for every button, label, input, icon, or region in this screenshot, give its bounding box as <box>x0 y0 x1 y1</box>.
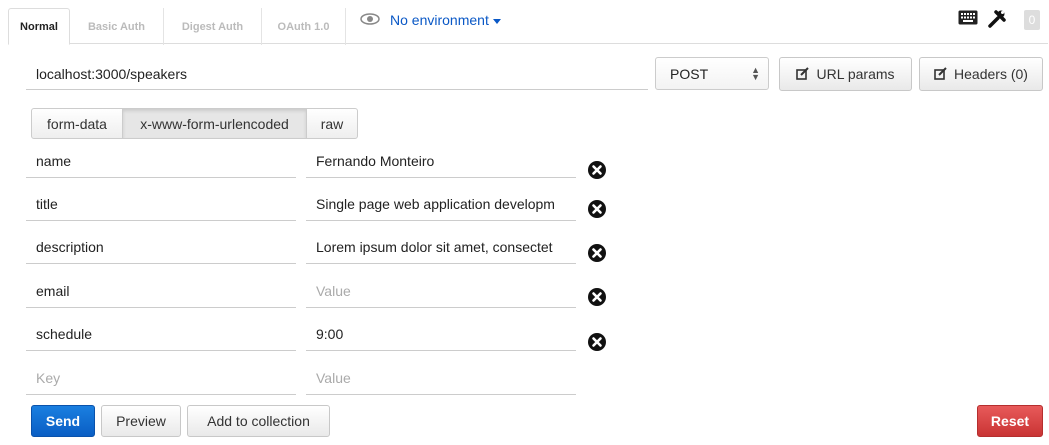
method-label: POST <box>670 65 709 82</box>
environment-label: No environment <box>390 12 489 28</box>
param-key-input[interactable]: title <box>26 187 296 221</box>
add-to-collection-button[interactable]: Add to collection <box>187 405 330 437</box>
chevron-down-icon <box>492 18 501 24</box>
environment-selector[interactable]: No environment <box>360 12 501 28</box>
remove-param-icon[interactable] <box>587 199 607 219</box>
headers-button[interactable]: Headers (0) <box>919 57 1043 91</box>
param-key-input[interactable]: email <box>26 274 296 308</box>
headers-label: Headers (0) <box>954 66 1028 82</box>
updown-arrows-icon: ▲ ▼ <box>751 65 760 82</box>
url-input[interactable] <box>26 58 648 90</box>
edit-icon <box>934 67 948 81</box>
request-tab-bar: Normal Basic Auth Digest Auth OAuth 1.0 … <box>8 0 1048 45</box>
keyboard-icon[interactable] <box>958 10 978 28</box>
remove-param-icon[interactable] <box>587 243 607 263</box>
remove-param-icon[interactable] <box>587 160 607 180</box>
remove-param-icon[interactable] <box>587 287 607 307</box>
wrench-icon[interactable] <box>987 9 1007 32</box>
param-value-input[interactable]: Value <box>306 274 576 308</box>
body-type-urlencoded[interactable]: x-www-form-urlencoded <box>122 108 307 139</box>
param-value-input[interactable]: Single page web application developm <box>306 187 576 221</box>
edit-icon <box>796 67 810 81</box>
param-value-input[interactable]: Lorem ipsum dolor sit amet, consectet <box>306 230 576 264</box>
tab-normal[interactable]: Normal <box>8 8 70 45</box>
remove-param-icon[interactable] <box>587 332 607 352</box>
body-type-raw[interactable]: raw <box>306 108 358 139</box>
preview-button[interactable]: Preview <box>101 405 181 437</box>
param-value-input[interactable]: 9:00 <box>306 317 576 351</box>
tab-oauth[interactable]: OAuth 1.0 <box>262 8 346 45</box>
url-params-button[interactable]: URL params <box>779 57 912 91</box>
body-type-form-data[interactable]: form-data <box>31 108 123 139</box>
new-param-key-input[interactable]: Key <box>26 361 296 395</box>
tab-basic-auth[interactable]: Basic Auth <box>70 8 164 45</box>
tab-digest-auth[interactable]: Digest Auth <box>164 8 262 45</box>
reset-button[interactable]: Reset <box>977 405 1043 437</box>
param-key-input[interactable]: schedule <box>26 317 296 351</box>
send-button[interactable]: Send <box>31 405 95 437</box>
url-params-label: URL params <box>816 66 895 82</box>
new-param-value-input[interactable]: Value <box>306 361 576 395</box>
param-value-input[interactable]: Fernando Monteiro <box>306 144 576 178</box>
history-count-badge[interactable]: 0 <box>1024 10 1040 30</box>
method-select[interactable]: POST ▲ ▼ <box>655 57 769 90</box>
param-key-input[interactable]: name <box>26 144 296 178</box>
eye-icon <box>360 12 390 28</box>
param-key-input[interactable]: description <box>26 230 296 264</box>
